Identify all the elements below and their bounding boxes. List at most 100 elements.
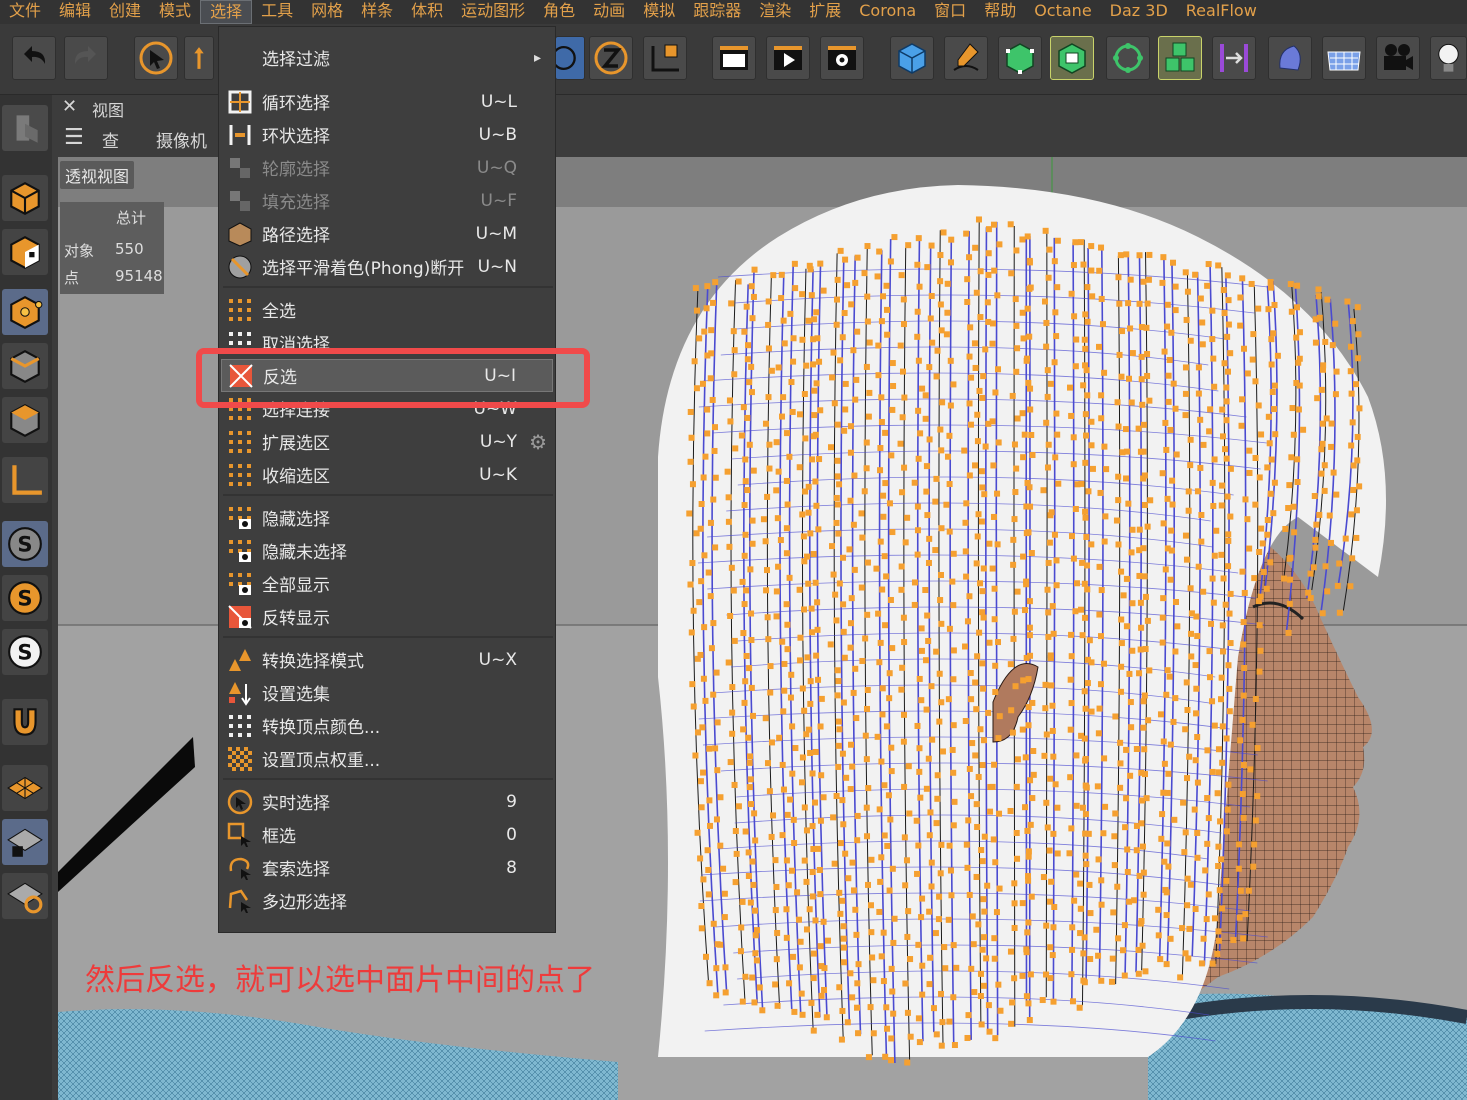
edge-mode-button[interactable] [2,343,48,389]
menu-item[interactable]: 编辑 [50,0,100,24]
environment-button[interactable] [1268,36,1312,80]
model-mode-button[interactable] [2,175,48,221]
snap-settings-button[interactable]: S [2,575,48,621]
texture-mode-button[interactable] [2,229,48,275]
deformer-button[interactable] [1212,36,1256,80]
menu-item[interactable]: Daz 3D [1101,0,1177,24]
menu-row[interactable]: 转换选择模式 U~X [221,643,553,676]
menu-item[interactable]: 样条 [352,0,402,24]
workplane-align-button[interactable] [2,873,48,919]
make-editable-button[interactable] [2,105,48,151]
menu-item[interactable]: 帮助 [975,0,1025,24]
menu-item[interactable]: 运动图形 [452,0,534,24]
menu-row[interactable]: 隐藏未选择 [221,534,553,567]
menu-item[interactable]: Octane [1025,0,1100,24]
render-region-button[interactable] [712,36,756,80]
selection-filter-icon [225,43,255,73]
move-tool-button[interactable] [184,36,214,80]
menu-item[interactable]: 创建 [100,0,150,24]
menu-row[interactable]: 选择过滤 ▸ [221,41,553,74]
convert-mode-icon [225,645,255,675]
close-icon[interactable]: ✕ [62,96,77,117]
camera-button[interactable] [1376,36,1420,80]
menu-row[interactable]: 套索选择 8 [221,851,553,884]
menu-separator [223,286,553,288]
menu-row[interactable]: 设置顶点权重... [221,742,553,775]
menu-row-label: 实时选择 [262,794,330,814]
hide-unselected-icon [225,536,255,566]
viewport-menu-camera[interactable]: 摄像机 [156,127,207,152]
live-select-icon [225,787,255,817]
live-select-tool-button[interactable] [134,36,178,80]
snap-s-orange-icon: S [8,581,42,615]
menu-item[interactable]: 扩展 [800,0,850,24]
menu-item[interactable]: 文件 [0,0,50,24]
menu-row-label: 隐藏选择 [262,510,330,530]
menu-item[interactable]: 网格 [302,0,352,24]
menu-item[interactable]: 渲染 [750,0,800,24]
gear-icon[interactable]: ⚙ [529,430,547,454]
array-button[interactable] [1158,36,1202,80]
menu-row[interactable]: 框选 0 [221,818,553,851]
redo-button[interactable] [64,36,108,80]
coordinate-system-button[interactable] [643,36,687,80]
menu-row[interactable]: 反转显示 [221,600,553,633]
menu-row[interactable]: 多边形选择 [221,884,553,917]
magnet-button[interactable] [2,699,48,745]
menu-item[interactable]: 角色 [534,0,584,24]
menu-item[interactable]: RealFlow [1177,0,1266,24]
menu-item[interactable]: 选择 [200,0,253,24]
workplane-snap-button[interactable]: S [2,629,48,675]
menu-row[interactable]: 路径选择 U~M [221,217,553,250]
polygon-mode-left-button[interactable] [2,397,48,443]
menu-item[interactable]: Corona [850,0,925,24]
menu-row[interactable]: 扩展选区 U~Y ⚙ [221,425,553,458]
submenu-arrow-icon: ▸ [533,49,541,66]
menu-item[interactable]: 模拟 [634,0,684,24]
menu-row[interactable]: 选择平滑着色(Phong)断开 U~N [221,250,553,283]
render-view-button[interactable] [766,36,810,80]
menu-row[interactable]: 转换顶点颜色... [221,709,553,742]
hamburger-icon[interactable]: ☰ [64,125,84,150]
undo-button[interactable] [12,36,56,80]
render-settings-button[interactable] [820,36,864,80]
menu-item[interactable]: 体积 [402,0,452,24]
axis-mode-button[interactable] [2,457,48,503]
snap-s-icon: S [8,527,42,561]
menu-row[interactable]: 全部显示 [221,567,553,600]
light-button[interactable] [1430,36,1467,80]
snap-button[interactable]: S [2,521,48,567]
menu-row[interactable]: 隐藏选择 [221,501,553,534]
grow-selection-icon [225,427,255,457]
z-axis-button[interactable] [589,36,633,80]
point-mode-button[interactable] [2,289,48,335]
menu-row[interactable]: 收缩选区 U~K [221,458,553,491]
cube-object-button[interactable] [890,36,934,80]
snap-s-white-icon: S [8,635,42,669]
pen-tool-button[interactable] [944,36,988,80]
subdivision-icon [1006,43,1034,74]
cube-icon [898,43,926,74]
subdivision-surface-button[interactable] [998,36,1042,80]
menu-row[interactable]: 环状选择 U~B [221,118,553,151]
polygon-mode-button[interactable] [1050,36,1094,80]
menu-item[interactable]: 动画 [584,0,634,24]
menu-item[interactable]: 模式 [150,0,200,24]
menu-item[interactable]: 窗口 [925,0,975,24]
y-axis-button[interactable] [555,36,585,80]
model-cube-icon [10,182,40,216]
menu-row-label: 填充选择 [262,193,330,213]
svg-text:S: S [17,639,32,664]
menu-row[interactable]: 全选 [221,293,553,326]
floor-button[interactable] [1322,36,1366,80]
menu-row[interactable]: 循环选择 U~L [221,85,553,118]
menu-row[interactable]: 实时选择 9 [221,785,553,818]
menu-row-label: 设置选集 [262,685,330,705]
gear-clapper-icon [828,46,856,70]
locked-workplane-button[interactable] [2,819,48,865]
menu-row[interactable]: 设置选集 [221,676,553,709]
menu-item[interactable]: 跟踪器 [684,0,750,24]
workplane-button[interactable] [2,765,48,811]
menu-item[interactable]: 工具 [252,0,302,24]
mograph-cloner-button[interactable] [1106,36,1150,80]
